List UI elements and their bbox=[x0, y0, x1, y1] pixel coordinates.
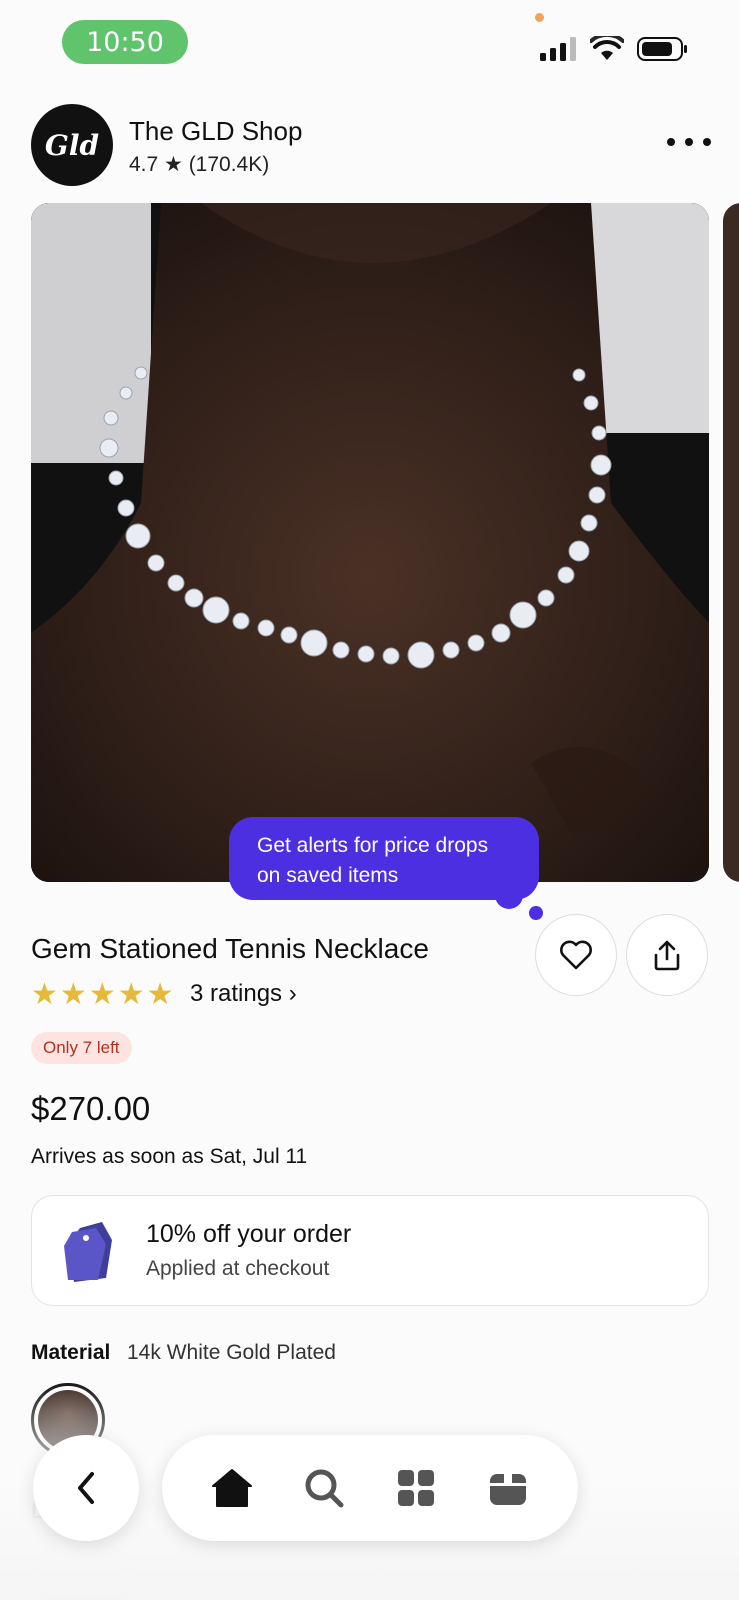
share-button[interactable] bbox=[626, 914, 708, 996]
product-price: $270.00 bbox=[31, 1090, 151, 1127]
heart-icon bbox=[560, 940, 592, 970]
tooltip-tail bbox=[495, 887, 523, 909]
cellular-signal-icon bbox=[540, 37, 576, 61]
bottom-nav bbox=[162, 1435, 578, 1541]
battery-icon bbox=[637, 37, 687, 61]
ratings-link[interactable]: 3 ratings › bbox=[190, 980, 297, 1008]
promo-subtitle: Applied at checkout bbox=[146, 1257, 330, 1280]
orders-icon bbox=[490, 1471, 526, 1505]
wifi-icon bbox=[590, 36, 624, 60]
price-alert-tooltip[interactable]: Get alerts for price drops on saved item… bbox=[229, 817, 539, 900]
arrival-date: Arrives as soon as Sat, Jul 11 bbox=[31, 1145, 308, 1168]
stock-badge: Only 7 left bbox=[31, 1032, 132, 1064]
star-icon: ★ bbox=[117, 978, 145, 1011]
promo-title: 10% off your order bbox=[146, 1220, 352, 1248]
price-tag-icon bbox=[64, 1222, 112, 1282]
star-icon: ★ bbox=[59, 978, 87, 1011]
star-icon: ★ bbox=[31, 978, 58, 1011]
privacy-indicator-dot bbox=[535, 13, 544, 22]
tooltip-dot bbox=[529, 906, 543, 920]
tooltip-line-2: on saved items bbox=[257, 864, 399, 887]
search-icon bbox=[305, 1469, 344, 1508]
star-icon: ★ bbox=[88, 978, 116, 1011]
status-bar: 10:50 bbox=[0, 0, 739, 80]
star-icon: ★ bbox=[146, 978, 174, 1011]
shop-logo[interactable]: Gld bbox=[31, 104, 113, 186]
back-button[interactable] bbox=[33, 1435, 139, 1541]
nav-categories[interactable] bbox=[392, 1464, 440, 1512]
product-image[interactable] bbox=[31, 203, 709, 882]
shop-rating: 4.7 ★ (170.4K) bbox=[129, 153, 270, 176]
share-icon bbox=[654, 940, 680, 971]
shop-logo-text: Gld bbox=[44, 128, 100, 162]
next-image-peek[interactable] bbox=[723, 203, 739, 882]
chevron-left-icon bbox=[78, 1472, 94, 1504]
more-options-icon[interactable] bbox=[667, 128, 711, 156]
necklace-photo bbox=[31, 203, 709, 882]
nav-home[interactable] bbox=[208, 1464, 256, 1512]
shop-name[interactable]: The GLD Shop bbox=[129, 116, 302, 147]
material-label: Material bbox=[31, 1341, 111, 1364]
shop-header: Gld The GLD Shop 4.7 ★ (170.4K) bbox=[31, 104, 711, 188]
categories-icon bbox=[398, 1470, 434, 1506]
tooltip-line-1: Get alerts for price drops bbox=[257, 834, 489, 857]
status-time[interactable]: 10:50 bbox=[62, 20, 188, 64]
nav-search[interactable] bbox=[300, 1464, 348, 1512]
star-rating[interactable]: ★ ★ ★ ★ ★ bbox=[31, 979, 174, 1011]
home-icon bbox=[212, 1469, 252, 1507]
product-title: Gem Stationed Tennis Necklace bbox=[31, 933, 429, 964]
material-value: 14k White Gold Plated bbox=[127, 1341, 336, 1364]
favorite-button[interactable] bbox=[535, 914, 617, 996]
promo-card[interactable]: 10% off your order Applied at checkout bbox=[31, 1195, 709, 1306]
nav-orders[interactable] bbox=[484, 1464, 532, 1512]
